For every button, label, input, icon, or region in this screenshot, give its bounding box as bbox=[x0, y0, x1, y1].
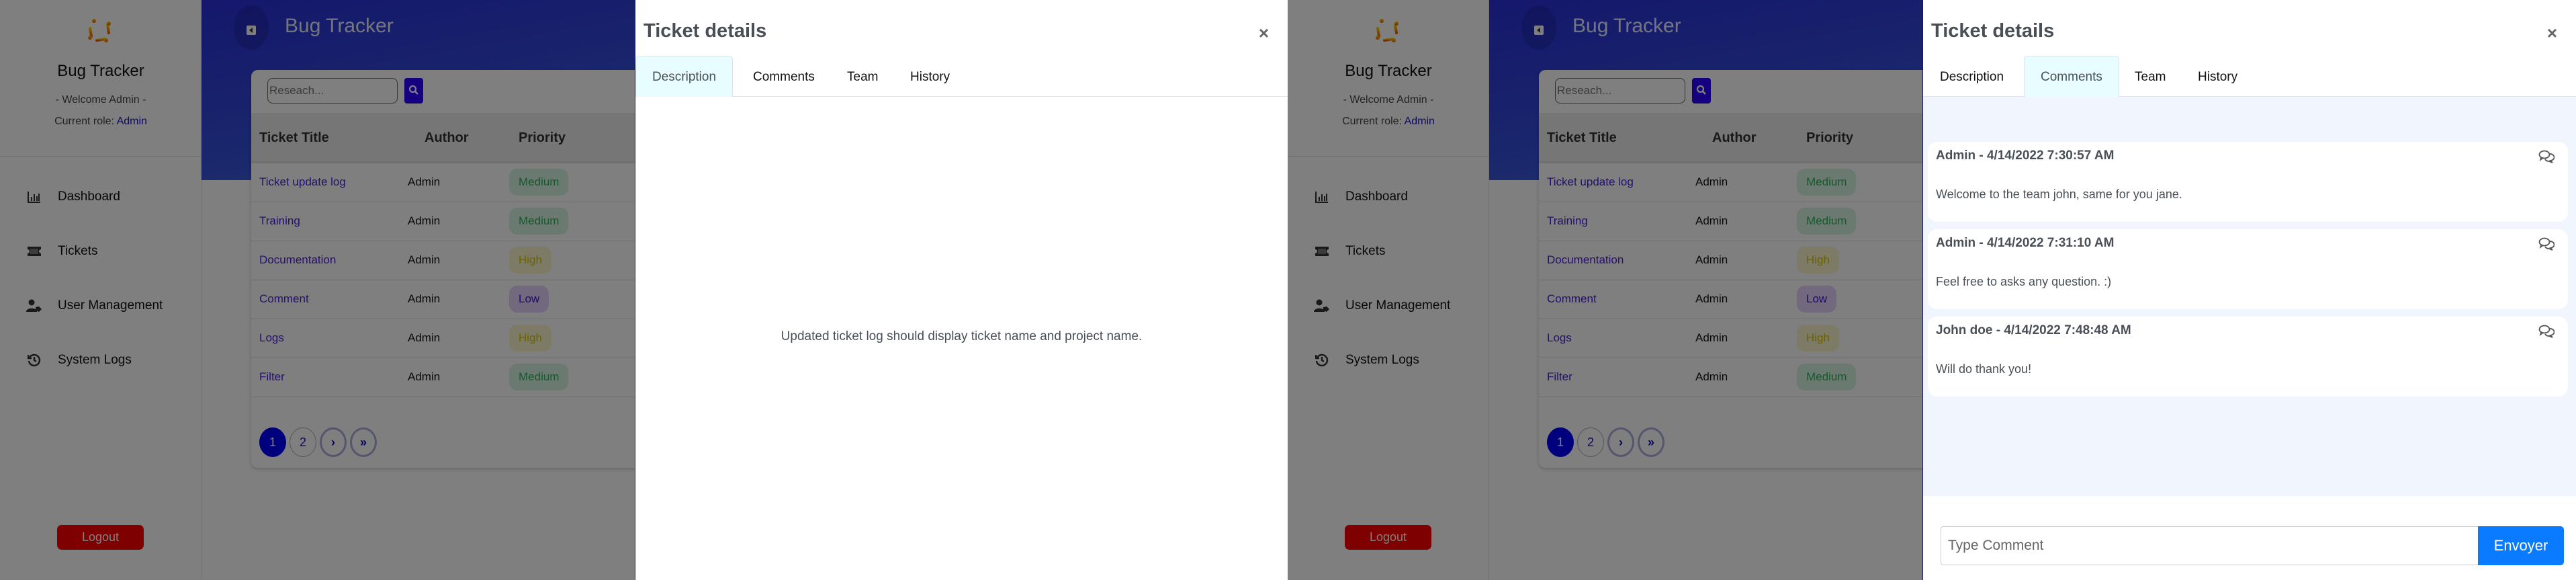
reply-comments-icon[interactable] bbox=[2538, 325, 2555, 338]
tab-comments[interactable]: Comments bbox=[736, 56, 832, 97]
comment-item: Admin - 4/14/2022 7:31:10 AM Feel free t… bbox=[1928, 229, 2568, 309]
modal-tabs: Description Comments Team History bbox=[635, 56, 1288, 97]
ticket-details-modal: Ticket details × Description Comments Te… bbox=[1922, 0, 2576, 580]
modal-title: Ticket details bbox=[1931, 20, 2054, 42]
modal-tabs: Description Comments Team History bbox=[1923, 56, 2576, 97]
tab-team[interactable]: Team bbox=[2118, 56, 2182, 97]
modal-backdrop[interactable] bbox=[1288, 0, 1922, 580]
tab-history[interactable]: History bbox=[2181, 56, 2254, 97]
reply-comments-icon[interactable] bbox=[2538, 150, 2555, 163]
modal-title: Ticket details bbox=[643, 20, 766, 42]
stage: Bug Tracker - Welcome Admin - Current ro… bbox=[0, 0, 2576, 580]
tab-comments[interactable]: Comments bbox=[2024, 56, 2119, 97]
comments-list[interactable]: Admin - 4/14/2022 7:30:57 AM Welcome to … bbox=[1923, 97, 2576, 496]
close-icon[interactable]: × bbox=[1259, 23, 1269, 44]
ticket-details-modal: Ticket details × Description Comments Te… bbox=[635, 0, 1288, 580]
comment-body: Will do thank you! bbox=[1936, 362, 2031, 376]
comment-input[interactable] bbox=[1941, 526, 2478, 565]
screen: Bug Tracker - Welcome Admin - Current ro… bbox=[1288, 0, 2576, 580]
ticket-description: Updated ticket log should display ticket… bbox=[635, 329, 1288, 344]
tab-description[interactable]: Description bbox=[1923, 56, 2020, 97]
send-comment-button[interactable]: Envoyer bbox=[2478, 526, 2564, 565]
tab-history[interactable]: History bbox=[893, 56, 967, 97]
comment-body: Welcome to the team john, same for you j… bbox=[1936, 188, 2182, 202]
tab-team[interactable]: Team bbox=[830, 56, 895, 97]
reply-comments-icon[interactable] bbox=[2538, 237, 2555, 251]
comment-header: Admin - 4/14/2022 7:31:10 AM bbox=[1936, 236, 2114, 251]
close-icon[interactable]: × bbox=[2547, 23, 2557, 44]
comment-body: Feel free to asks any question. :) bbox=[1936, 275, 2111, 289]
screen: Bug Tracker - Welcome Admin - Current ro… bbox=[0, 0, 1288, 580]
comment-header: John doe - 4/14/2022 7:48:48 AM bbox=[1936, 323, 2131, 338]
comment-header: Admin - 4/14/2022 7:30:57 AM bbox=[1936, 149, 2114, 163]
modal-backdrop[interactable] bbox=[0, 0, 635, 580]
tab-description[interactable]: Description bbox=[635, 56, 733, 97]
comment-item: John doe - 4/14/2022 7:48:48 AM Will do … bbox=[1928, 317, 2568, 397]
comment-item: Admin - 4/14/2022 7:30:57 AM Welcome to … bbox=[1928, 142, 2568, 222]
